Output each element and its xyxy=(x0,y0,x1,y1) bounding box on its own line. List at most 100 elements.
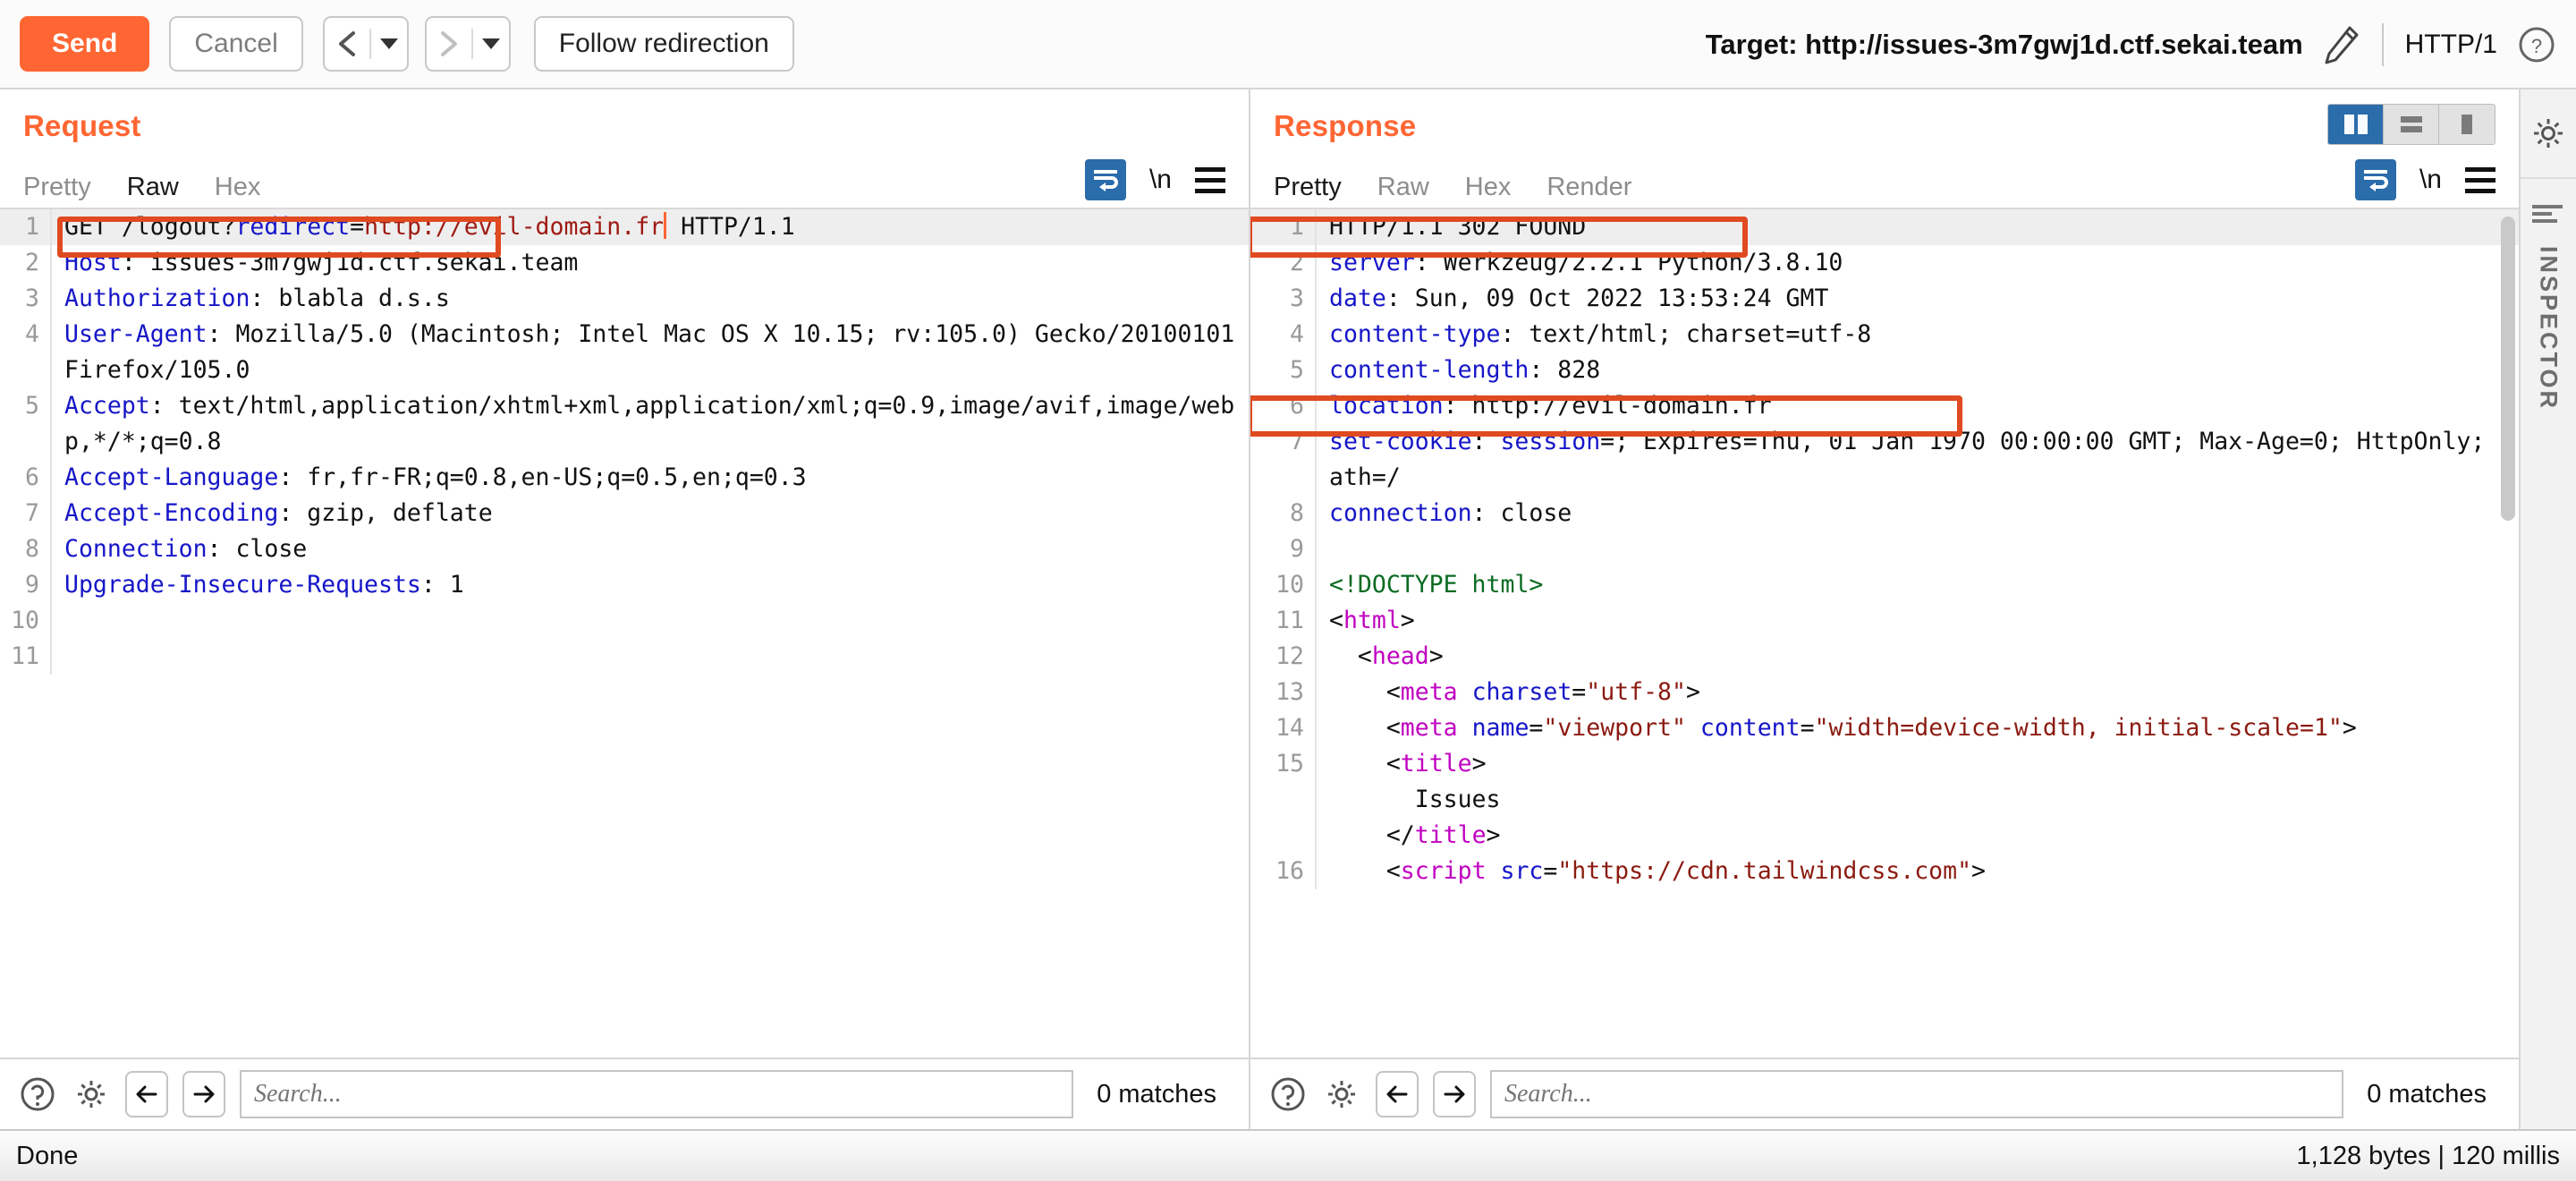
hamburger-menu-icon[interactable] xyxy=(1195,166,1225,193)
code-line[interactable]: 10 <!DOCTYPE html> xyxy=(1250,567,2519,603)
tab-hex[interactable]: Hex xyxy=(215,173,261,208)
code-content[interactable]: set-cookie: session=; Expires=Thu, 01 Ja… xyxy=(1315,424,2519,496)
search-next-button[interactable] xyxy=(1433,1071,1476,1117)
search-prev-button[interactable] xyxy=(125,1071,168,1117)
code-content[interactable]: Accept-Encoding: gzip, deflate xyxy=(50,496,1249,531)
code-content[interactable]: Upgrade-Insecure-Requests: 1 xyxy=(50,567,1249,603)
code-line[interactable]: 1 HTTP/1.1 302 FOUND xyxy=(1250,209,2519,245)
request-search-input[interactable] xyxy=(240,1070,1074,1118)
code-line[interactable]: 2 Host: issues-3m7gwj1d.ctf.sekai.team xyxy=(0,245,1249,281)
chevron-left-icon[interactable] xyxy=(325,18,369,70)
code-line[interactable]: 10 xyxy=(0,603,1249,639)
code-content[interactable]: server: Werkzeug/2.2.1 Python/3.8.10 xyxy=(1315,245,2519,281)
code-content[interactable]: <script src="https://cdn.tailwindcss.com… xyxy=(1315,854,2519,889)
split-vertical-view-button[interactable] xyxy=(2328,105,2384,144)
question-circle-icon[interactable] xyxy=(18,1075,57,1114)
gear-icon[interactable] xyxy=(2521,89,2576,179)
question-circle-icon[interactable] xyxy=(1268,1075,1308,1114)
code-line[interactable]: 5 content-length: 828 xyxy=(1250,353,2519,388)
tab-pretty[interactable]: Pretty xyxy=(1274,173,1342,208)
code-content[interactable]: Host: issues-3m7gwj1d.ctf.sekai.team xyxy=(50,245,1249,281)
hamburger-menu-icon[interactable] xyxy=(2465,166,2496,193)
gear-icon[interactable] xyxy=(72,1075,111,1114)
code-line[interactable]: 9 Upgrade-Insecure-Requests: 1 xyxy=(0,567,1249,603)
question-circle-icon[interactable]: ? xyxy=(2517,25,2556,64)
tab-raw[interactable]: Raw xyxy=(127,173,179,208)
code-line[interactable]: 9 xyxy=(1250,531,2519,567)
word-wrap-icon[interactable] xyxy=(2354,159,2396,200)
code-line[interactable]: 6 Accept-Language: fr,fr-FR;q=0.8,en-US;q… xyxy=(0,460,1249,496)
code-line[interactable]: 15 <title> Issues </title> xyxy=(1250,746,2519,854)
code-line[interactable]: 3 date: Sun, 09 Oct 2022 13:53:24 GMT xyxy=(1250,281,2519,317)
word-wrap-icon[interactable] xyxy=(1084,159,1126,200)
code-content[interactable]: GET /logout?redirect=http://evil-domain.… xyxy=(50,209,1249,245)
code-line[interactable]: 3 Authorization: blabla d.s.s xyxy=(0,281,1249,317)
code-content[interactable]: HTTP/1.1 302 FOUND xyxy=(1315,209,2519,245)
code-content[interactable] xyxy=(50,603,1249,639)
code-content[interactable]: Accept-Language: fr,fr-FR;q=0.8,en-US;q=… xyxy=(50,460,1249,496)
code-line[interactable]: 8 connection: close xyxy=(1250,496,2519,531)
code-content[interactable]: connection: close xyxy=(1315,496,2519,531)
code-line[interactable]: 2 server: Werkzeug/2.2.1 Python/3.8.10 xyxy=(1250,245,2519,281)
code-line[interactable]: 14 <meta name="viewport" content="width=… xyxy=(1250,710,2519,746)
newline-icon[interactable]: \n xyxy=(2419,165,2442,195)
code-content[interactable]: <meta name="viewport" content="width=dev… xyxy=(1315,710,2519,746)
code-line[interactable]: 7 Accept-Encoding: gzip, deflate xyxy=(0,496,1249,531)
history-forward-group[interactable] xyxy=(424,16,511,72)
inspector-bars-icon[interactable] xyxy=(2530,202,2566,230)
split-horizontal-view-button[interactable] xyxy=(2384,105,2439,144)
code-line[interactable]: 6 location: http://evil-domain.fr xyxy=(1250,388,2519,424)
inspector-label: INSPECTOR xyxy=(2535,246,2563,412)
response-search-input[interactable] xyxy=(1490,1070,2344,1118)
tab-pretty[interactable]: Pretty xyxy=(23,173,91,208)
history-back-group[interactable] xyxy=(322,16,409,72)
code-line[interactable]: 12 <head> xyxy=(1250,639,2519,675)
code-line[interactable]: 5 Accept: text/html,application/xhtml+xml… xyxy=(0,388,1249,460)
newline-icon[interactable]: \n xyxy=(1149,165,1172,195)
cancel-button[interactable]: Cancel xyxy=(169,16,303,72)
tab-raw[interactable]: Raw xyxy=(1377,173,1429,208)
tab-render[interactable]: Render xyxy=(1546,173,1631,208)
code-line[interactable]: 16 <script src="https://cdn.tailwindcss.… xyxy=(1250,854,2519,889)
code-content[interactable]: date: Sun, 09 Oct 2022 13:53:24 GMT xyxy=(1315,281,2519,317)
code-content[interactable]: User-Agent: Mozilla/5.0 (Macintosh; Inte… xyxy=(50,317,1249,388)
code-line[interactable]: 11 xyxy=(0,639,1249,675)
follow-redirection-button[interactable]: Follow redirection xyxy=(533,16,794,72)
single-pane-view-button[interactable] xyxy=(2439,105,2495,144)
code-content[interactable]: <title> Issues </title> xyxy=(1315,746,2519,854)
code-content[interactable]: Accept: text/html,application/xhtml+xml,… xyxy=(50,388,1249,460)
code-line[interactable]: 11 <html> xyxy=(1250,603,2519,639)
code-line[interactable]: 1 GET /logout?redirect=http://evil-domain… xyxy=(0,209,1249,245)
code-content[interactable]: <html> xyxy=(1315,603,2519,639)
pencil-icon[interactable] xyxy=(2323,24,2360,65)
code-line[interactable]: 8 Connection: close xyxy=(0,531,1249,567)
code-line[interactable]: 7 set-cookie: session=; Expires=Thu, 01 J… xyxy=(1250,424,2519,496)
code-content[interactable]: Connection: close xyxy=(50,531,1249,567)
tab-hex[interactable]: Hex xyxy=(1465,173,1512,208)
gear-icon[interactable] xyxy=(1322,1075,1361,1114)
request-editor[interactable]: 1 GET /logout?redirect=http://evil-domain… xyxy=(0,208,1249,1058)
code-line[interactable]: 13 <meta charset="utf-8"> xyxy=(1250,675,2519,710)
code-content[interactable]: location: http://evil-domain.fr xyxy=(1315,388,2519,424)
code-line[interactable]: 4 User-Agent: Mozilla/5.0 (Macintosh; Int… xyxy=(0,317,1249,388)
code-content[interactable]: <head> xyxy=(1315,639,2519,675)
request-code[interactable]: 1 GET /logout?redirect=http://evil-domain… xyxy=(0,209,1249,1058)
code-content[interactable]: <!DOCTYPE html> xyxy=(1315,567,2519,603)
caret-down-icon[interactable] xyxy=(371,18,407,70)
code-content[interactable]: Authorization: blabla d.s.s xyxy=(50,281,1249,317)
code-content[interactable] xyxy=(1315,531,2519,567)
code-line[interactable]: 4 content-type: text/html; charset=utf-8 xyxy=(1250,317,2519,353)
caret-down-icon[interactable] xyxy=(473,18,509,70)
response-editor[interactable]: 1 HTTP/1.1 302 FOUND 2 server: Werkzeug/2.2… xyxy=(1250,208,2519,1058)
code-content[interactable]: content-type: text/html; charset=utf-8 xyxy=(1315,317,2519,353)
chevron-right-icon[interactable] xyxy=(427,18,471,70)
response-scrollbar[interactable] xyxy=(2501,217,2515,1050)
code-content[interactable]: content-length: 828 xyxy=(1315,353,2519,388)
search-prev-button[interactable] xyxy=(1376,1071,1419,1117)
line-number: 14 xyxy=(1275,714,1304,742)
response-code[interactable]: 1 HTTP/1.1 302 FOUND 2 server: Werkzeug/2.2… xyxy=(1250,209,2519,1058)
send-button[interactable]: Send xyxy=(20,16,150,72)
code-content[interactable] xyxy=(50,639,1249,675)
code-content[interactable]: <meta charset="utf-8"> xyxy=(1315,675,2519,710)
search-next-button[interactable] xyxy=(182,1071,225,1117)
